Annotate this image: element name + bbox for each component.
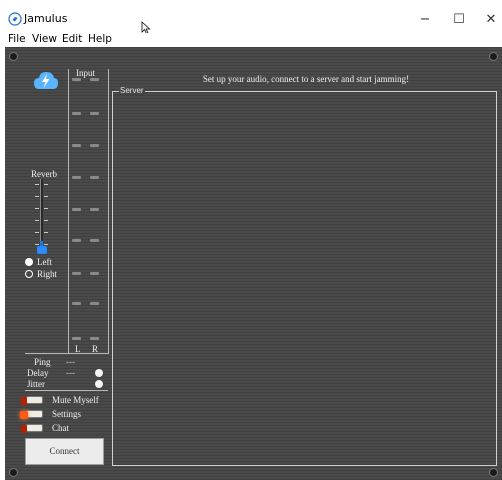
input-meter-led-right (90, 144, 99, 147)
reverb-tick (35, 220, 39, 221)
connect-button[interactable]: Connect (25, 438, 104, 465)
input-meter-led-left (72, 302, 81, 305)
input-meter-led-right (90, 272, 99, 275)
screw-top-right (489, 52, 498, 61)
input-meter-led-left (72, 272, 81, 275)
status-message: Set up your audio, connect to a server a… (202, 74, 410, 84)
chat-label: Chat (52, 423, 69, 433)
minimize-button[interactable]: − (412, 10, 438, 30)
reverb-tick (44, 244, 48, 245)
main-panel: Input L R Reverb Left Right Ping --- Del… (5, 47, 502, 480)
screw-top-left (9, 52, 18, 61)
reverb-tick (35, 184, 39, 185)
delay-label: Delay (27, 368, 49, 378)
input-meter-led-right (90, 239, 99, 242)
input-meter-led-left (72, 337, 81, 340)
reverb-slider-handle[interactable] (37, 246, 47, 254)
settings-led (20, 411, 28, 419)
reverb-tick (35, 232, 39, 233)
jitter-status-led (95, 380, 103, 388)
jamulus-logo-icon (34, 72, 58, 89)
maximize-button[interactable]: ☐ (446, 10, 472, 30)
input-meter-led-right (90, 112, 99, 115)
input-meter-led-left (72, 144, 81, 147)
input-meter-led-left (72, 176, 81, 179)
menu-bar: File View Edit Help (0, 33, 502, 47)
window-title: Jamulus (24, 12, 68, 25)
reverb-tick (35, 196, 39, 197)
settings-label: Settings (52, 409, 82, 419)
reverb-tick (35, 208, 39, 209)
input-meter-led-left (72, 78, 81, 81)
input-meter-led-right (90, 208, 99, 211)
jitter-label: Jitter (27, 379, 45, 389)
menu-edit[interactable]: Edit (62, 33, 82, 45)
reverb-tick (35, 244, 39, 245)
reverb-left-radio[interactable] (25, 258, 33, 266)
input-meter-led-right (90, 337, 99, 340)
mute-myself-label: Mute Myself (52, 395, 99, 405)
menu-file[interactable]: File (8, 33, 26, 45)
jamulus-app-icon (8, 12, 22, 26)
reverb-tick (44, 196, 48, 197)
menu-view[interactable]: View (32, 33, 57, 45)
reverb-left-label: Left (37, 257, 52, 267)
ping-label: Ping (34, 357, 51, 367)
input-meter-led-right (90, 302, 99, 305)
stats-divider-top (25, 353, 108, 354)
settings-toggle[interactable] (26, 410, 43, 418)
title-bar: Jamulus − ☐ ✕ (0, 0, 502, 35)
reverb-tick (44, 184, 48, 185)
reverb-tick (44, 232, 48, 233)
input-label: Input (76, 68, 95, 78)
chat-toggle[interactable] (26, 424, 43, 432)
server-group-label: Server (119, 86, 145, 95)
reverb-right-radio[interactable] (25, 270, 33, 278)
meter-divider-right (108, 69, 109, 354)
chat-led (21, 425, 27, 433)
reverb-tick (44, 208, 48, 209)
reverb-label: Reverb (31, 169, 57, 179)
screw-bottom-right (489, 468, 498, 477)
input-meter-led-right (90, 176, 99, 179)
menu-help[interactable]: Help (88, 33, 112, 45)
input-meter-led-left (72, 208, 81, 211)
meter-divider-left (68, 69, 69, 354)
delay-value: --- (66, 368, 75, 378)
server-mixer-area (112, 91, 497, 466)
close-button[interactable]: ✕ (478, 10, 502, 30)
mute-myself-led (21, 397, 27, 405)
input-meter-led-left (72, 112, 81, 115)
input-meter-led-left (72, 239, 81, 242)
delay-status-led (95, 369, 103, 377)
reverb-tick (44, 220, 48, 221)
screw-bottom-left (9, 468, 18, 477)
mute-myself-toggle[interactable] (26, 396, 43, 404)
ping-value: --- (66, 357, 75, 367)
stats-divider-bottom (25, 390, 108, 391)
reverb-right-label: Right (37, 269, 58, 279)
input-meter-led-right (90, 78, 99, 81)
